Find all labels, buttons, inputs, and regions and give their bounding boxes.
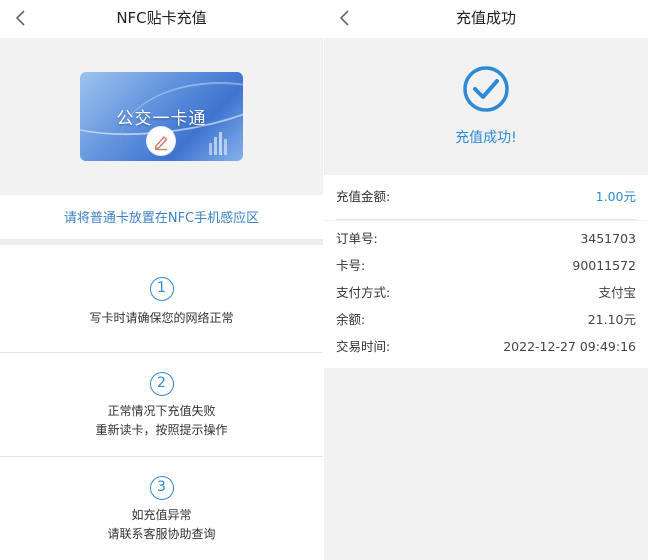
detail-row-order: 订单号: 3451703 (336, 229, 636, 249)
amount-value: 1.00元 (595, 189, 636, 204)
step-2-text-line-2: 重新读卡，按照提示操作 (95, 423, 228, 437)
order-number-label: 订单号: (336, 231, 378, 246)
step-1-text: 写卡时请确保您的网络正常 (89, 311, 234, 325)
amount-label: 充值金额: (336, 189, 391, 204)
step-3-text-line-1: 如充值异常 (131, 508, 192, 522)
payment-method-label: 支付方式: (336, 285, 391, 300)
step-number-1: 1 (149, 277, 174, 301)
step-2: 2 正常情况下充值失败 重新读卡，按照提示操作 (0, 354, 323, 457)
check-circle-icon (463, 66, 509, 112)
step-3: 3 如充值异常 请联系客服协助查询 (0, 458, 323, 560)
success-message: 充值成功! (455, 130, 517, 146)
step-3-text-line-2: 请联系客服协助查询 (107, 527, 216, 541)
transaction-time-value: 2022-12-27 09:49:16 (503, 339, 636, 354)
pen-icon (146, 126, 176, 156)
recharge-success-screen: 充值成功 充值成功! 充值金额: 1.00元 订单号: 3451703 卡号: … (324, 0, 648, 560)
balance-value: 21.10元 (587, 312, 636, 327)
nfc-hint-bar: 请将普通卡放置在NFC手机感应区 (0, 195, 323, 245)
card-number-value: 90011572 (572, 258, 636, 273)
transit-card-image: 公交一卡通 (80, 72, 243, 161)
step-number-2: 2 (149, 372, 174, 396)
payment-method-value: 支付宝 (598, 285, 636, 300)
amount-row: 充值金额: 1.00元 (336, 187, 636, 207)
step-number-3: 3 (149, 476, 174, 500)
page-title: NFC贴卡充值 (116, 9, 207, 27)
success-banner: 充值成功! (324, 38, 648, 173)
balance-label: 余额: (336, 312, 366, 327)
divider (336, 219, 636, 220)
step-1: 1 写卡时请确保您的网络正常 (0, 251, 323, 353)
step-2-text-line-1: 正常情况下充值失败 (107, 404, 216, 418)
transaction-details: 订单号: 3451703 卡号: 90011572 支付方式: 支付宝 余额: … (324, 221, 648, 368)
nav-bar: 充值成功 (324, 0, 648, 38)
nfc-hint: 请将普通卡放置在NFC手机感应区 (63, 211, 260, 226)
transaction-time-label: 交易时间: (336, 339, 391, 354)
amount-section: 充值金额: 1.00元 (324, 175, 648, 220)
detail-row-payment: 支付方式: 支付宝 (336, 283, 636, 303)
detail-row-balance: 余额: 21.10元 (336, 310, 636, 330)
card-number-label: 卡号: (336, 258, 366, 273)
page-title: 充值成功 (455, 9, 516, 27)
nfc-recharge-screen: NFC贴卡充值 公交一卡通 请将普通卡放置在NFC手机感应区 1 写卡时请确保您… (0, 0, 323, 560)
card-decoration (209, 132, 227, 155)
detail-row-card: 卡号: 90011572 (336, 256, 636, 276)
order-number-value: 3451703 (580, 231, 636, 246)
card-illustration-area: 公交一卡通 (0, 38, 323, 195)
detail-row-time: 交易时间: 2022-12-27 09:49:16 (336, 337, 636, 357)
nav-bar: NFC贴卡充值 (0, 0, 323, 38)
